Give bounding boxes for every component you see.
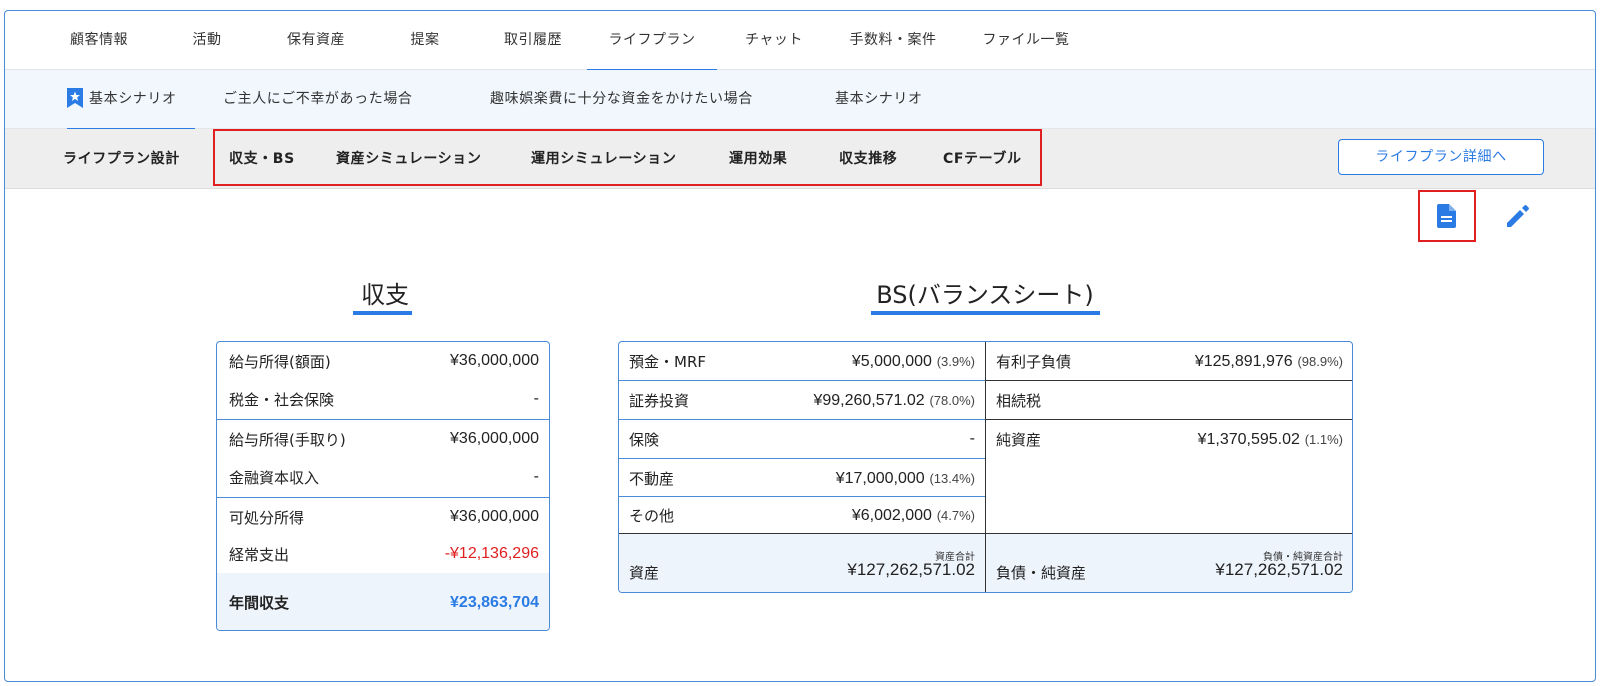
lifeplan-panel: 顧客情報 活動 保有資産 提案 取引履歴 ライフプラン チャット 手数料・案件 …	[4, 10, 1596, 682]
bs-title: BS(バランスシート)	[876, 281, 1094, 309]
asset-row: 証券投資 ¥99,260,571.02 (78.0%)	[619, 381, 985, 419]
subtab-investment-effect[interactable]: 運用効果	[729, 129, 787, 189]
income-row-label: 給与所得(手取り)	[229, 430, 346, 449]
subtab-cf-table[interactable]: CFテーブル	[943, 129, 1022, 189]
income-table: 給与所得(額面) ¥36,000,000 税金・社会保険 - 給与所得(手取り)…	[216, 341, 550, 631]
income-row-value: ¥36,000,000	[450, 508, 539, 525]
asset-value: ¥5,000,000	[851, 352, 932, 370]
asset-percent: (3.9%)	[936, 353, 975, 369]
assets-total-cell: 資産 資産合計 ¥127,262,571.02	[619, 534, 985, 592]
income-row-label: 金融資本収入	[229, 468, 320, 487]
tab-fees-cases[interactable]: 手数料・案件	[845, 11, 941, 70]
column-divider	[985, 342, 986, 592]
asset-row: 保険 -	[619, 420, 985, 458]
income-row-value: -	[533, 468, 539, 485]
income-row-value-negative: -¥12,136,296	[444, 545, 539, 562]
asset-label: その他	[629, 507, 675, 525]
liability-label: 純資産	[996, 430, 1042, 449]
edit-button[interactable]	[1503, 201, 1533, 231]
subtab-income-bs[interactable]: 収支・BS	[229, 129, 295, 189]
liability-percent: (98.9%)	[1297, 353, 1343, 369]
liabilities-total-value: ¥127,262,571.02	[1215, 560, 1343, 579]
liability-percent: (1.1%)	[1304, 431, 1343, 447]
liabilities-total-label: 負債・純資産	[996, 564, 1087, 582]
balance-sheet-table: 預金・MRF ¥5,000,000 (3.9%) 証券投資 ¥99,260,57…	[618, 341, 1353, 593]
assets-total-label: 資産	[629, 564, 660, 582]
liability-row: 相続税	[986, 381, 1352, 419]
liability-value: ¥125,891,976	[1194, 352, 1293, 370]
top-tab-bar: 顧客情報 活動 保有資産 提案 取引履歴 ライフプラン チャット 手数料・案件 …	[5, 11, 1595, 71]
subtab-lifeplan-design[interactable]: ライフプラン設計	[63, 129, 180, 189]
document-icon	[1437, 204, 1456, 228]
income-title: 収支	[361, 281, 409, 309]
income-row: 給与所得(額面) ¥36,000,000	[217, 342, 549, 380]
income-row: 給与所得(手取り) ¥36,000,000	[217, 420, 549, 458]
tab-lifeplan[interactable]: ライフプラン	[587, 11, 717, 71]
asset-percent: (13.4%)	[929, 470, 975, 486]
asset-value: ¥17,000,000	[835, 469, 925, 487]
assets-total-value: ¥127,262,571.02	[847, 560, 975, 579]
income-row-label: 税金・社会保険	[229, 390, 335, 409]
tab-proposal[interactable]: 提案	[405, 11, 445, 70]
asset-value: ¥99,260,571.02	[813, 391, 925, 409]
income-row: 金融資本収入 -	[217, 458, 549, 496]
asset-row: その他 ¥6,002,000 (4.7%)	[619, 497, 985, 534]
liability-row: 有利子負債 ¥125,891,976 (98.9%)	[986, 342, 1352, 380]
lifeplan-detail-button[interactable]: ライフプラン詳細へ	[1338, 139, 1544, 175]
scenario-tab-hobby-spending[interactable]: 趣味娯楽費に十分な資金をかけたい場合	[490, 70, 753, 129]
liability-label: 有利子負債	[996, 352, 1072, 371]
asset-label: 証券投資	[629, 391, 690, 410]
asset-value: ¥6,002,000	[851, 507, 932, 524]
scenario-tab-bar: 基本シナリオ ご主人にご不幸があった場合 趣味娯楽費に十分な資金をかけたい場合 …	[5, 70, 1595, 130]
tab-activity[interactable]: 活動	[187, 11, 227, 70]
subtab-investment-simulation[interactable]: 運用シミュレーション	[531, 129, 676, 189]
liability-value: ¥1,370,595.02	[1197, 430, 1300, 448]
document-button[interactable]	[1418, 190, 1476, 242]
income-row-label: 可処分所得	[229, 508, 305, 527]
asset-label: 預金・MRF	[629, 352, 706, 371]
tab-chat[interactable]: チャット	[740, 11, 808, 70]
asset-label: 保険	[629, 430, 660, 449]
income-total-row: 年間収支 ¥23,863,704	[217, 573, 549, 630]
asset-percent: (4.7%)	[936, 508, 975, 523]
income-row: 経常支出 -¥12,136,296	[217, 535, 549, 573]
subtab-income-trend[interactable]: 収支推移	[839, 129, 897, 189]
sub-tab-bar: ライフプラン設計 収支・BS 資産シミュレーション 運用シミュレーション 運用効…	[5, 129, 1595, 189]
liability-label: 相続税	[996, 391, 1042, 410]
tab-holdings[interactable]: 保有資産	[282, 11, 350, 70]
tab-customer-info[interactable]: 顧客情報	[65, 11, 133, 70]
liability-row: 純資産 ¥1,370,595.02 (1.1%)	[986, 420, 1352, 458]
scenario-tab-basic-2[interactable]: 基本シナリオ	[835, 70, 923, 129]
income-row: 税金・社会保険 -	[217, 380, 549, 418]
pencil-icon	[1507, 205, 1529, 227]
subtab-asset-simulation[interactable]: 資産シミュレーション	[336, 129, 481, 189]
income-row: 可処分所得 ¥36,000,000	[217, 498, 549, 536]
income-row-value: ¥36,000,000	[450, 352, 539, 369]
income-title-underline	[353, 311, 412, 315]
scenario-tab-husband-misfortune[interactable]: ご主人にご不幸があった場合	[223, 70, 413, 129]
income-row-value: ¥36,000,000	[450, 430, 539, 447]
income-row-value: -	[533, 390, 539, 407]
bs-title-underline	[871, 311, 1100, 315]
income-total-value: ¥23,863,704	[450, 593, 539, 611]
asset-label: 不動産	[629, 469, 675, 488]
asset-percent: (78.0%)	[929, 392, 975, 408]
tab-transaction-history[interactable]: 取引履歴	[499, 11, 567, 70]
bookmark-star-icon	[67, 88, 83, 108]
liabilities-total-cell: 負債・純資産 負債・純資産合計 ¥127,262,571.02	[986, 534, 1352, 592]
asset-row: 預金・MRF ¥5,000,000 (3.9%)	[619, 342, 985, 380]
asset-row: 不動産 ¥17,000,000 (13.4%)	[619, 459, 985, 497]
income-total-label: 年間収支	[229, 594, 290, 612]
tab-file-list[interactable]: ファイル一覧	[978, 11, 1074, 70]
scenario-tab-basic[interactable]: 基本シナリオ	[67, 70, 195, 130]
income-row-label: 給与所得(額面)	[229, 352, 331, 371]
income-row-label: 経常支出	[229, 545, 290, 564]
asset-value: -	[969, 430, 975, 447]
